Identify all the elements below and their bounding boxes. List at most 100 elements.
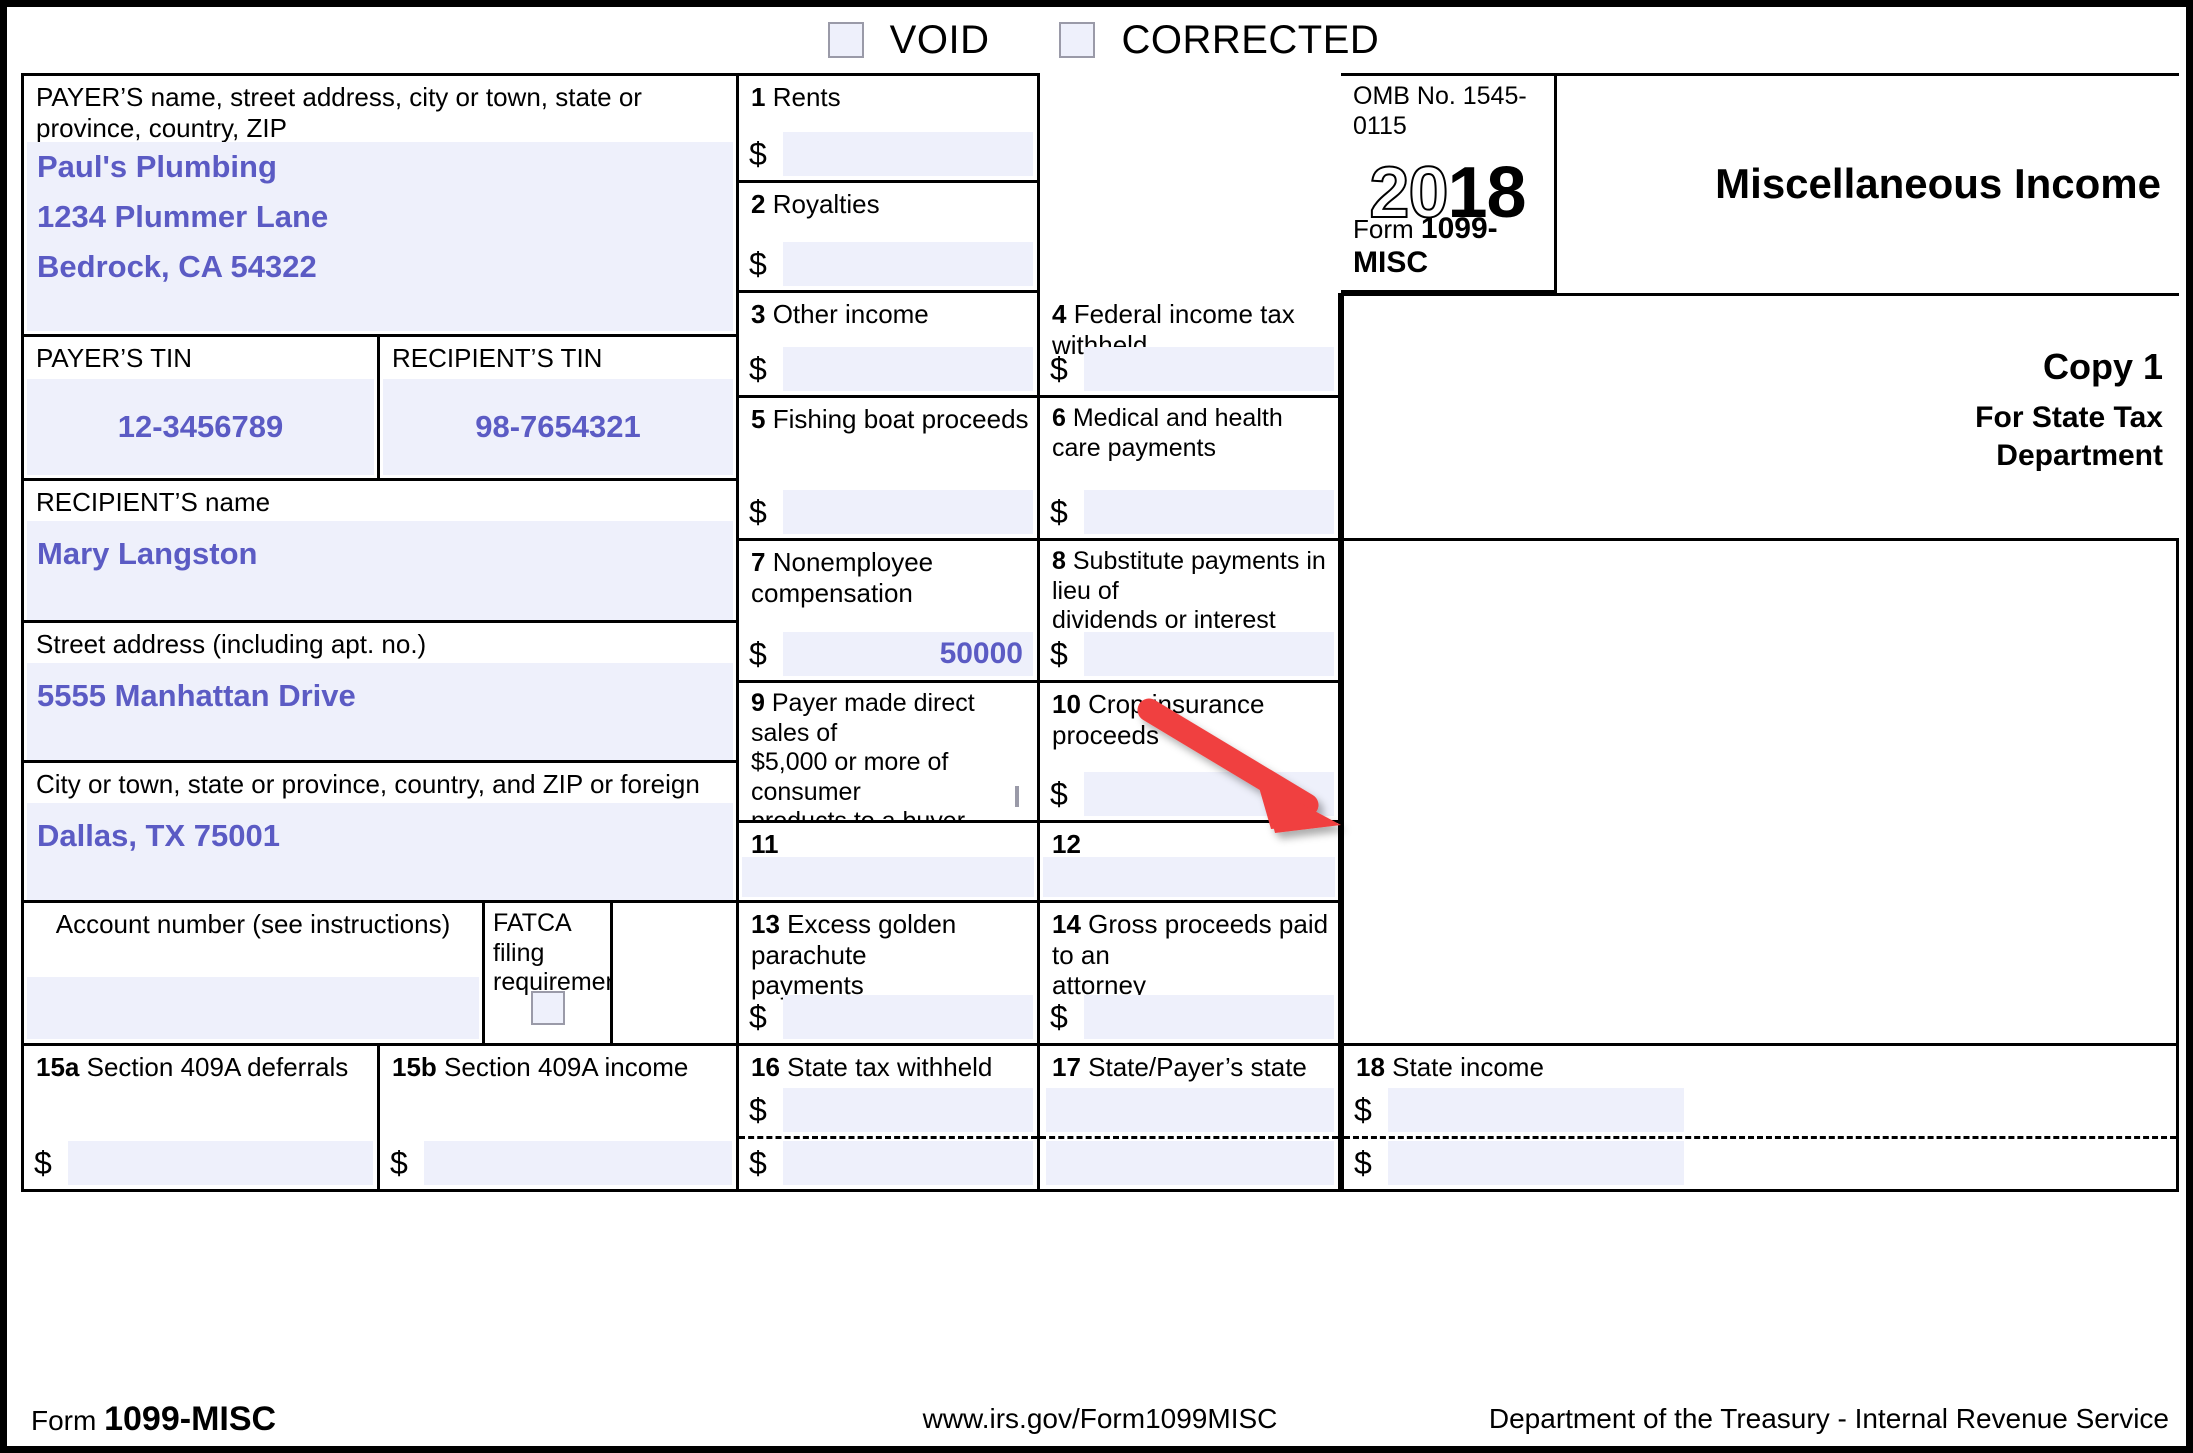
account-number-block[interactable]: Account number (see instructions) [21, 903, 485, 1046]
account-number-field[interactable] [27, 977, 479, 1039]
box-17[interactable]: 17 State/Payer’s state no. [1040, 1046, 1341, 1192]
box-10-number: 10 [1052, 689, 1081, 719]
box-15a[interactable]: 15a Section 409A deferrals $ [21, 1046, 380, 1192]
box-8-money[interactable]: $ [1050, 632, 1334, 676]
box-11[interactable]: 11 [739, 823, 1040, 903]
box-7-money[interactable]: $ 50000 [749, 632, 1033, 676]
box-15a-label: 15a Section 409A deferrals [24, 1046, 377, 1083]
recipient-tin-fill[interactable]: 98-7654321 [383, 379, 733, 475]
recipient-street-fill[interactable]: 5555 Manhattan Drive [27, 663, 733, 760]
box-6-amount[interactable] [1084, 490, 1334, 534]
void-group: VOID [827, 20, 990, 60]
payer-tin-block[interactable]: PAYER’S TIN 12-3456789 [21, 337, 380, 481]
fatca-block[interactable]: FATCA filing requirement [485, 903, 626, 1046]
box-15a-amount[interactable] [68, 1141, 373, 1185]
recipient-tin-block[interactable]: RECIPIENT’S TIN 98-7654321 [380, 337, 739, 481]
form-title: Miscellaneous Income [1715, 160, 2161, 208]
account-number-caption: Account number (see instructions) [55, 909, 451, 939]
box-16-money-1[interactable]: $ [749, 1088, 1033, 1132]
box-10[interactable]: 10 Crop insurance proceeds $ [1040, 683, 1341, 823]
recipient-city-fill[interactable]: Dallas, TX 75001 [27, 803, 733, 900]
recipient-city-block[interactable]: City or town, state or province, country… [21, 763, 739, 903]
box-14-number: 14 [1052, 909, 1081, 939]
box-10-label: 10 Crop insurance proceeds [1040, 683, 1338, 750]
corrected-checkbox[interactable] [1059, 22, 1096, 58]
box-12[interactable]: 12 [1040, 823, 1341, 903]
box-7-amount[interactable]: 50000 [783, 632, 1033, 676]
box-1-money[interactable]: $ [749, 132, 1033, 176]
omb-year-block: OMB No. 1545-0115 20 18 Form 1099-MISC [1341, 73, 1557, 293]
box-4[interactable]: 4 Federal income tax withheld $ [1040, 293, 1341, 398]
box-6-money[interactable]: $ [1050, 490, 1334, 534]
box-11-amount[interactable] [742, 857, 1034, 897]
dollar-sign-icon: $ [34, 1145, 52, 1181]
box-18-amount-1[interactable] [1388, 1088, 1684, 1132]
box-17-number: 17 [1052, 1052, 1081, 1082]
dollar-sign-icon: $ [1050, 351, 1068, 387]
footer-form-prefix: Form [31, 1404, 97, 1436]
box-3[interactable]: 3 Other income $ [739, 293, 1040, 398]
box-16-amount-2[interactable] [783, 1141, 1033, 1185]
footer-url[interactable]: www.irs.gov/Form1099MISC [737, 1403, 1464, 1435]
box-16[interactable]: 16 State tax withheld $ $ [739, 1046, 1040, 1192]
box-15a-text: Section 409A deferrals [86, 1052, 349, 1082]
box-2-text: Royalties [772, 189, 880, 219]
box-3-text: Other income [772, 299, 929, 329]
box-15b-money[interactable]: $ [390, 1141, 732, 1185]
box-5-amount[interactable] [783, 490, 1033, 534]
box-9[interactable]: 9 Payer made direct sales of $5,000 or m… [739, 683, 1040, 865]
box-7[interactable]: 7 Nonemployee compensation $ 50000 [739, 541, 1040, 683]
recipient-street-block[interactable]: Street address (including apt. no.) 5555… [21, 623, 739, 763]
box-18[interactable]: 18 State income $ $ [1341, 1046, 2179, 1192]
box-13-money[interactable]: $ [749, 995, 1033, 1039]
box-18-money-1[interactable]: $ [1354, 1088, 1684, 1132]
box-1[interactable]: 1 Rents $ [739, 73, 1040, 183]
box-12-amount[interactable] [1043, 857, 1335, 897]
recipient-name-value: Mary Langston [37, 536, 258, 571]
box-15b[interactable]: 15b Section 409A income $ [380, 1046, 739, 1192]
box-13[interactable]: 13 Excess golden parachute payments $ [739, 903, 1040, 1046]
fatca-checkbox[interactable] [530, 991, 565, 1025]
box-15b-amount[interactable] [424, 1141, 732, 1185]
box-6[interactable]: 6 Medical and health care payments $ [1040, 398, 1341, 541]
box-17-value-2[interactable] [1046, 1141, 1334, 1185]
box-8[interactable]: 8 Substitute payments in lieu of dividen… [1040, 541, 1341, 683]
box-16-amount-1[interactable] [783, 1088, 1033, 1132]
box-17-value-1[interactable] [1046, 1088, 1334, 1132]
box-10-money[interactable]: $ [1050, 772, 1334, 816]
box-14-money[interactable]: $ [1050, 995, 1334, 1039]
box-3-amount[interactable] [783, 347, 1033, 391]
box-4-amount[interactable] [1084, 347, 1334, 391]
box-3-money[interactable]: $ [749, 347, 1033, 391]
box-5-money[interactable]: $ [749, 490, 1033, 534]
box-9-checkbox[interactable] [1015, 786, 1019, 807]
form-grid: PAYER’S name, street address, city or to… [21, 73, 2179, 1393]
box-2[interactable]: 2 Royalties $ [739, 183, 1040, 293]
payer-tin-fill[interactable]: 12-3456789 [27, 379, 374, 475]
box-1-amount[interactable] [783, 132, 1033, 176]
box-15b-number: 15b [392, 1052, 437, 1082]
recipient-name-block[interactable]: RECIPIENT’S name Mary Langston [21, 481, 739, 623]
box-15a-money[interactable]: $ [34, 1141, 373, 1185]
box-2-amount[interactable] [783, 242, 1033, 286]
recipient-name-fill[interactable]: Mary Langston [27, 521, 733, 620]
box-10-amount[interactable] [1084, 772, 1334, 816]
box-16-money-2[interactable]: $ [749, 1141, 1033, 1185]
void-checkbox[interactable] [827, 22, 864, 58]
box-1-number: 1 [751, 82, 766, 112]
box-18-money-2[interactable]: $ [1354, 1141, 1684, 1185]
box-14-amount[interactable] [1084, 995, 1334, 1039]
box-4-money[interactable]: $ [1050, 347, 1334, 391]
box-14[interactable]: 14 Gross proceeds paid to an attorney $ [1040, 903, 1341, 1046]
payer-block[interactable]: PAYER’S name, street address, city or to… [21, 73, 739, 337]
box-6-text: Medical and health care payments [1052, 404, 1283, 462]
copy-block: Copy 1 For State Tax Department [1341, 293, 2179, 541]
box-5[interactable]: 5 Fishing boat proceeds $ [739, 398, 1040, 541]
box-13-amount[interactable] [783, 995, 1033, 1039]
box-18-amount-2[interactable] [1388, 1141, 1684, 1185]
payer-fill[interactable]: Paul's Plumbing 1234 Plummer Lane Bedroc… [27, 142, 733, 331]
box-16-divider [739, 1136, 1037, 1139]
box-8-amount[interactable] [1084, 632, 1334, 676]
box-12-number: 12 [1052, 829, 1081, 859]
box-2-money[interactable]: $ [749, 242, 1033, 286]
